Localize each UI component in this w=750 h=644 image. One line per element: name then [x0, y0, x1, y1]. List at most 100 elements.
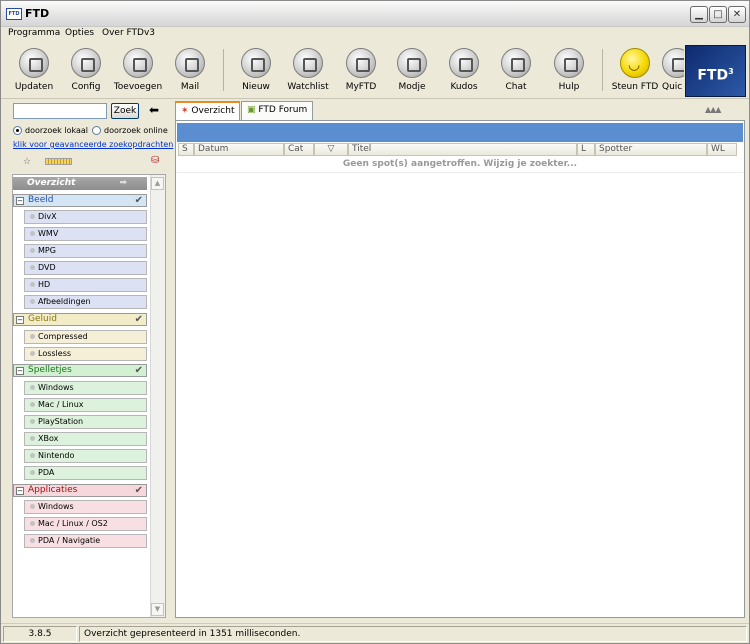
close-button[interactable]: ✕	[728, 6, 746, 23]
subcat-afbeeldingen[interactable]: Afbeeldingen	[24, 295, 147, 309]
maximize-button[interactable]: □	[709, 6, 727, 23]
col-spotter[interactable]: Spotter	[595, 143, 707, 156]
bullet-icon	[30, 402, 35, 407]
subcat-lossless[interactable]: Lossless	[24, 347, 147, 361]
chat-icon	[501, 48, 531, 78]
category-geluid[interactable]: − Geluid ✔	[13, 313, 147, 326]
search-input[interactable]	[13, 103, 107, 119]
col-wl[interactable]: WL	[707, 143, 737, 156]
minimize-button[interactable]: ▁	[690, 6, 708, 23]
title-bar: FTD FTD ▁ □ ✕	[1, 1, 749, 27]
subcat-divx[interactable]: DivX	[24, 210, 147, 224]
toolbar-separator	[602, 49, 603, 91]
status-message: Overzicht gepresenteerd in 1351 millisec…	[79, 626, 747, 642]
ftd-logo: FTD3	[685, 45, 746, 97]
overview-header[interactable]: Overzicht ➡	[13, 177, 147, 190]
menu-programma[interactable]: Programma	[8, 28, 60, 38]
category-applicaties[interactable]: − Applicaties ✔	[13, 484, 147, 497]
kudos-icon	[449, 48, 479, 78]
back-arrow-icon[interactable]: ⬅	[149, 103, 159, 117]
toolbar-modje-button[interactable]: Modje	[386, 48, 438, 92]
bullet-icon	[30, 470, 35, 475]
bullet-icon	[30, 351, 35, 356]
toolbar-nieuw-button[interactable]: Nieuw	[230, 48, 282, 92]
menu-opties[interactable]: Opties	[65, 28, 94, 38]
tab-scroll-icon[interactable]: ▲▲▲	[705, 105, 722, 114]
subcat-windows-apps[interactable]: Windows	[24, 500, 147, 514]
radio-local[interactable]: doorzoek lokaal	[13, 126, 88, 135]
forum-icon: ▣	[247, 105, 256, 115]
col-titel[interactable]: Titel	[348, 143, 577, 156]
collapse-icon[interactable]: −	[16, 367, 24, 375]
subcat-compressed[interactable]: Compressed	[24, 330, 147, 344]
subcat-xbox[interactable]: XBox	[24, 432, 147, 446]
modje-icon	[397, 48, 427, 78]
mail-icon	[175, 48, 205, 78]
toolbar-myftd-button[interactable]: MyFTD	[335, 48, 387, 92]
toolbar-steun-button[interactable]: Steun FTD	[608, 48, 662, 92]
toolbar-quick-button[interactable]: Quic	[662, 48, 684, 92]
bullet-icon	[30, 299, 35, 304]
subcat-wmv[interactable]: WMV	[24, 227, 147, 241]
subcat-pda-navigatie[interactable]: PDA / Navigatie	[24, 534, 147, 548]
toolbar-kudos-button[interactable]: Kudos	[438, 48, 490, 92]
radio-online[interactable]: doorzoek online	[92, 126, 168, 135]
main-window: FTD FTD ▁ □ ✕ Programma Opties Over FTDv…	[0, 0, 750, 644]
app-icon: FTD	[6, 8, 22, 20]
row-divider	[177, 172, 743, 173]
subcat-maclinux-apps[interactable]: Mac / Linux / OS2	[24, 517, 147, 531]
subcat-nintendo[interactable]: Nintendo	[24, 449, 147, 463]
subcat-maclinux-games[interactable]: Mac / Linux	[24, 398, 147, 412]
check-icon: ✔	[134, 365, 143, 376]
category-spelletjes[interactable]: − Spelletjes ✔	[13, 364, 147, 377]
subcat-hd[interactable]: HD	[24, 278, 147, 292]
menu-over[interactable]: Over FTDv3	[102, 28, 155, 38]
star-icon: ✶	[181, 106, 189, 116]
tab-overzicht[interactable]: ✶ Overzicht	[175, 101, 241, 121]
rating-slider[interactable]	[45, 158, 72, 165]
scroll-down-button[interactable]: ▼	[151, 603, 164, 616]
toolbar: Updaten Config Toevoegen Mail Nieuw Watc…	[1, 43, 749, 99]
advanced-search-link[interactable]: klik voor geavanceerde zoekopdrachten	[13, 140, 173, 149]
col-l[interactable]: L	[577, 143, 595, 156]
subcat-dvd[interactable]: DVD	[24, 261, 147, 275]
collapse-icon[interactable]: −	[16, 316, 24, 324]
tab-strip: ✶ Overzicht ▣ FTD Forum	[175, 101, 745, 121]
subcat-playstation[interactable]: PlayStation	[24, 415, 147, 429]
subcat-pda-games[interactable]: PDA	[24, 466, 147, 480]
window-title: FTD	[25, 7, 50, 20]
search-button[interactable]: Zoek	[111, 103, 139, 119]
toolbar-mail-button[interactable]: Mail	[164, 48, 216, 92]
scroll-up-button[interactable]: ▲	[151, 177, 164, 190]
bullet-icon	[30, 504, 35, 509]
toolbar-toevoegen-button[interactable]: Toevoegen	[112, 48, 164, 92]
tab-ftd-forum[interactable]: ▣ FTD Forum	[241, 101, 314, 120]
col-s[interactable]: S	[178, 143, 194, 156]
toolbar-config-button[interactable]: Config	[60, 48, 112, 92]
toolbar-hulp-button[interactable]: Hulp	[543, 48, 595, 92]
bullet-icon	[30, 214, 35, 219]
empty-results-message: Geen spot(s) aangetroffen. Wijzig je zoe…	[342, 159, 578, 169]
subcat-mpg[interactable]: MPG	[24, 244, 147, 258]
toolbar-updaten-button[interactable]: Updaten	[8, 48, 60, 92]
collapse-icon[interactable]: −	[16, 487, 24, 495]
collapse-icon[interactable]: −	[16, 197, 24, 205]
toolbar-chat-button[interactable]: Chat	[490, 48, 542, 92]
bullet-icon	[30, 521, 35, 526]
bullet-icon	[30, 282, 35, 287]
bullet-icon	[30, 334, 35, 339]
check-icon: ✔	[134, 195, 143, 206]
config-icon	[71, 48, 101, 78]
subcat-windows-games[interactable]: Windows	[24, 381, 147, 395]
help-icon	[554, 48, 584, 78]
toolbar-watchlist-button[interactable]: Watchlist	[282, 48, 334, 92]
col-sort[interactable]: ▽	[314, 143, 348, 156]
bullet-icon	[30, 436, 35, 441]
category-beeld[interactable]: − Beeld ✔	[13, 194, 147, 207]
filter-icon[interactable]: ⛁	[151, 155, 159, 166]
col-cat[interactable]: Cat	[284, 143, 314, 156]
add-icon	[123, 48, 153, 78]
toolbar-separator	[223, 49, 224, 91]
col-datum[interactable]: Datum	[194, 143, 284, 156]
category-scrollbar[interactable]	[150, 175, 165, 617]
